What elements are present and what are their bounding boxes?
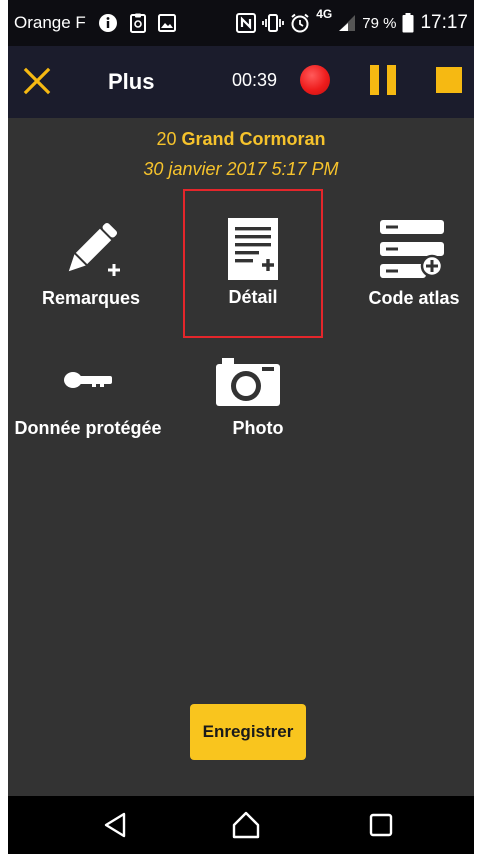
detail-label: Détail — [228, 287, 278, 307]
atlas-code-button[interactable]: Code atlas — [354, 206, 474, 336]
observation-datetime: 30 janvier 2017 5:17 PM — [143, 159, 339, 179]
home-button[interactable] — [231, 810, 261, 840]
clock: 17:17 — [420, 12, 468, 33]
list-plus-icon — [380, 220, 444, 278]
document-plus-icon — [228, 218, 278, 280]
pause-icon-bar — [387, 65, 396, 95]
save-button[interactable]: Enregistrer — [190, 704, 306, 760]
clipboard-icon — [129, 13, 146, 33]
observation-count: 20 — [156, 129, 177, 149]
image-icon — [157, 14, 176, 32]
battery-icon — [402, 13, 414, 33]
vibrate-icon — [262, 14, 285, 32]
pencil-plus-icon — [68, 222, 120, 276]
signal-icon — [338, 14, 356, 32]
recording-timer: 00:39 — [232, 70, 278, 90]
close-icon — [23, 67, 51, 95]
status-bar: Orange F 4G 79 % 17:17 — [8, 0, 474, 46]
network-type: 4G — [316, 7, 333, 21]
camera-icon — [216, 358, 280, 406]
detail-button[interactable]: Détail — [183, 189, 323, 338]
pause-button[interactable] — [370, 65, 396, 95]
battery-percent: 79 % — [362, 14, 397, 32]
back-icon — [104, 812, 126, 838]
species-name: Grand Cormoran — [181, 129, 326, 149]
nfc-icon — [236, 13, 257, 33]
carrier-name: Orange F — [14, 13, 86, 32]
recents-button[interactable] — [366, 810, 396, 840]
atlas-code-label: Code atlas — [368, 288, 460, 308]
remarks-button[interactable]: Remarques — [26, 206, 156, 336]
home-icon — [232, 811, 260, 839]
back-button[interactable] — [100, 810, 130, 840]
photo-button[interactable]: Photo — [198, 356, 318, 446]
key-icon — [64, 372, 112, 388]
stop-button[interactable] — [436, 67, 462, 93]
record-button[interactable] — [300, 65, 330, 95]
protected-data-label: Donnée protégée — [14, 418, 162, 438]
remarks-label: Remarques — [41, 288, 141, 308]
recents-icon — [369, 813, 393, 837]
photo-label: Photo — [232, 418, 284, 438]
app-bar: Plus 00:39 — [8, 46, 474, 118]
info-icon — [98, 13, 118, 33]
protected-data-button[interactable]: Donnée protégée — [8, 356, 168, 446]
app-screen: Orange F 4G 79 % 17:17 Plus 00:39 20 Gra… — [8, 0, 474, 854]
navigation-bar — [8, 796, 474, 854]
page-title: Plus — [108, 69, 155, 94]
observation-species: 20 Grand Cormoran — [8, 129, 474, 150]
pause-icon — [370, 65, 379, 95]
alarm-icon — [290, 13, 310, 33]
close-button[interactable] — [20, 64, 54, 98]
